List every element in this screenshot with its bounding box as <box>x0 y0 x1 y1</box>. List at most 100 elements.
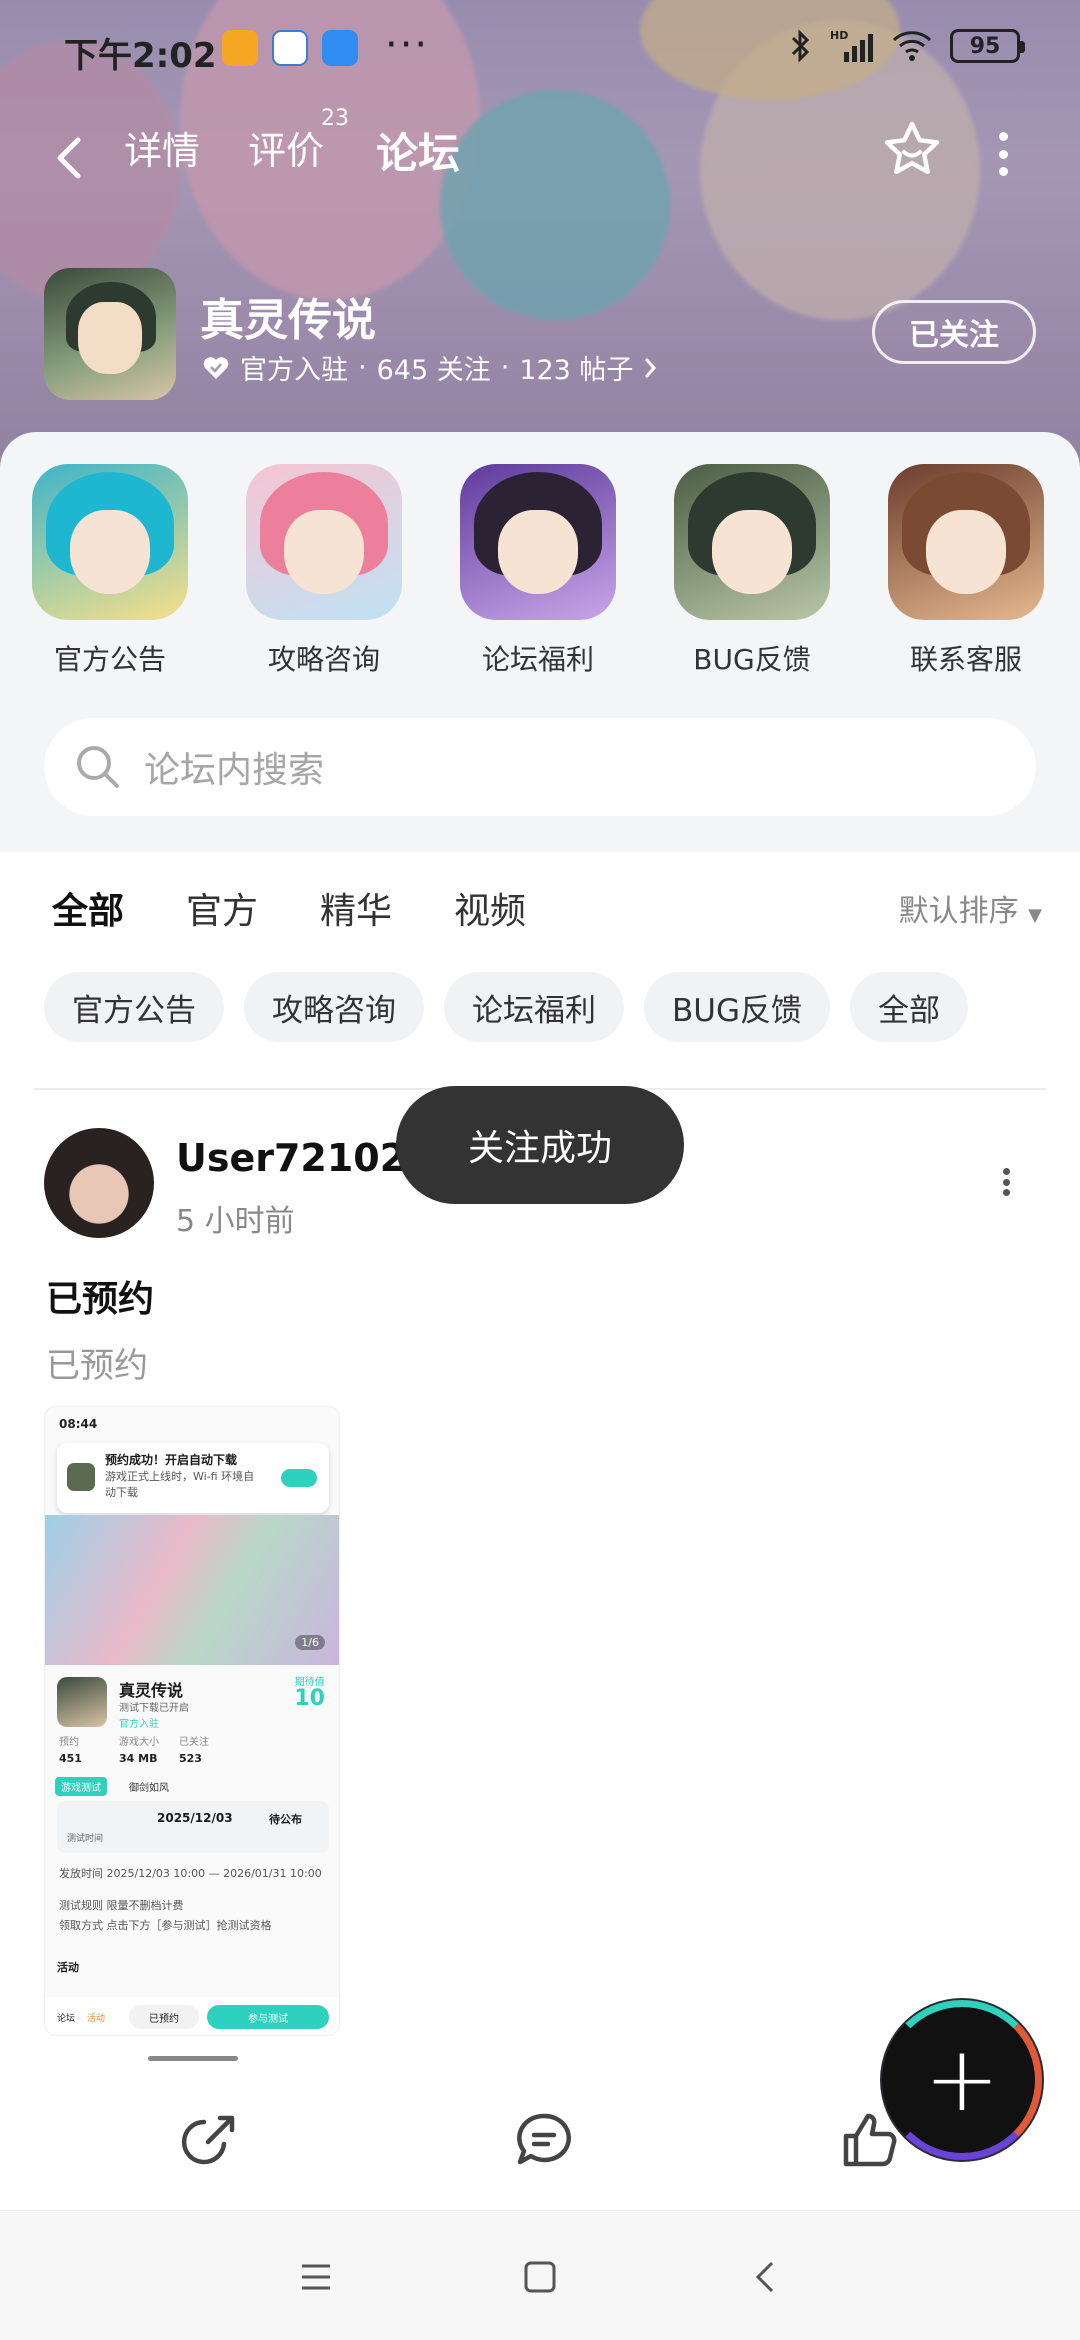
shortcut-label: 论坛福利 <box>481 643 594 676</box>
following-button[interactable]: 已关注 <box>872 300 1036 364</box>
comment-icon <box>517 2113 572 2165</box>
shortcut-announcements[interactable]: 官方公告 <box>32 464 188 678</box>
thumb-nav-forum: 论坛 <box>57 2014 76 2024</box>
thumb-game-name: 真灵传说 <box>119 1681 184 1700</box>
thumb-reserved-button: 已预约 <box>129 2005 199 2029</box>
forum-quick-panel: 官方公告 攻略咨询 论坛福利 BUG反馈 联系客服 论坛内搜索 <box>0 432 1080 852</box>
thumb-home-indicator <box>148 2056 238 2061</box>
thumb-test-box: 2025/12/03 待公布 测试时间 <box>57 1801 329 1853</box>
forum-follow-count: 645 关注 <box>376 355 491 386</box>
thumb-game-logo <box>57 1677 107 1727</box>
forum-search-bar[interactable]: 论坛内搜索 <box>44 718 1036 816</box>
tab-forum[interactable]: 论坛 <box>376 120 461 183</box>
more-notifications-icon: ··· <box>385 22 430 68</box>
star-face-icon <box>884 121 940 175</box>
shortcut-guides[interactable]: 攻略咨询 <box>246 464 402 678</box>
thumb-page-indicator: 1/6 <box>295 1635 325 1650</box>
post-username[interactable]: User721026 <box>176 1136 433 1180</box>
favorite-button[interactable] <box>880 118 944 182</box>
notification-app-icon <box>222 30 258 66</box>
network-type-label: HD <box>830 29 848 42</box>
thumb-test-time-label: 测试时间 <box>67 1834 104 1844</box>
tab-featured[interactable]: 精华 <box>320 882 392 934</box>
system-navigation-bar <box>0 2210 1080 2340</box>
tab-all[interactable]: 全部 <box>52 882 124 938</box>
thumb-bottom-bar: 论坛 活动 已预约 参与测试 <box>45 1997 339 2035</box>
thumb-activity: 活动 <box>57 1961 79 1974</box>
shortcut-label: BUG反馈 <box>693 643 811 676</box>
chip-announcements[interactable]: 官方公告 <box>44 972 224 1042</box>
meta-separator: · <box>500 352 510 383</box>
shortcut-welfare[interactable]: 论坛福利 <box>460 464 616 678</box>
tab-reviews[interactable]: 评价 <box>248 120 324 175</box>
shortcut-bug-report[interactable]: BUG反馈 <box>674 464 830 678</box>
caret-down-icon: ▼ <box>1028 905 1042 926</box>
chip-all[interactable]: 全部 <box>849 972 968 1042</box>
chip-welfare[interactable]: 论坛福利 <box>444 972 624 1042</box>
thumb-status-time: 08:44 <box>59 1417 98 1431</box>
post-actions <box>0 2090 1080 2210</box>
thumb-stat: 已关注 523 <box>179 1737 209 1765</box>
tab-video[interactable]: 视频 <box>454 882 526 934</box>
tab-forum-label: 论坛 <box>376 129 461 178</box>
back-nav-icon[interactable] <box>742 2253 790 2301</box>
chevron-right-icon <box>645 357 657 378</box>
menu-icon[interactable] <box>292 2253 340 2301</box>
guide-icon <box>246 464 402 620</box>
verified-heart-icon <box>203 356 229 379</box>
sort-dropdown[interactable]: 默认排序 ▼ <box>899 886 1042 930</box>
battery-indicator: 95 <box>950 29 1025 63</box>
tab-details[interactable]: 详情 <box>124 120 200 175</box>
thumb-notice-title: 预约成功！开启自动下载 <box>105 1453 238 1467</box>
forum-meta: 官方入驻 · 645 关注 · 123 帖子 <box>202 348 657 387</box>
search-placeholder: 论坛内搜索 <box>144 750 325 791</box>
thumb-game-verified: 官方入驻 <box>119 1719 159 1730</box>
system-indicators: HD 95 <box>790 28 1025 64</box>
chip-bug-report[interactable]: BUG反馈 <box>644 972 830 1042</box>
search-icon <box>77 746 119 788</box>
wifi-icon <box>892 31 932 61</box>
status-bar: 下午2:02 ··· HD 95 <box>0 0 1080 100</box>
post-body[interactable]: 已预约 <box>46 1338 148 1387</box>
post-title[interactable]: 已预约 <box>46 1270 154 1322</box>
bug-report-icon <box>674 464 830 620</box>
thumb-notice-card: 预约成功！开启自动下载 游戏正式上线时，Wi-fi 环境自动下载 <box>57 1443 329 1513</box>
more-options-button[interactable] <box>988 124 1018 184</box>
shortcut-label: 攻略咨询 <box>267 643 380 676</box>
post-timestamp: 5 小时前 <box>176 1204 295 1239</box>
comment-button[interactable] <box>512 2108 576 2172</box>
avatar[interactable] <box>44 1128 154 1238</box>
chip-guides[interactable]: 攻略咨询 <box>244 972 424 1042</box>
thumb-test-end: 待公布 <box>269 1813 302 1826</box>
thumb-row: 发放时间 2025/12/03 10:00 — 2026/01/31 10:00 <box>59 1867 322 1880</box>
shortcut-customer-service[interactable]: 联系客服 <box>888 464 1044 678</box>
share-button[interactable] <box>176 2108 240 2172</box>
post-more-button[interactable] <box>1000 1168 1012 1196</box>
back-button[interactable] <box>52 128 96 192</box>
post-image-attachment[interactable]: 08:44 预约成功！开启自动下载 游戏正式上线时，Wi-fi 环境自动下载 1… <box>44 1406 340 2036</box>
bluetooth-icon <box>791 29 810 63</box>
thumb-toggle <box>281 1469 317 1487</box>
forum-verified-label: 官方入驻 <box>240 355 348 386</box>
shortcut-label: 联系客服 <box>909 643 1022 676</box>
chat-app-icon <box>322 30 358 66</box>
top-navigation: 详情 评价 23 论坛 <box>0 106 1080 210</box>
thumb-stat: 预约 451 <box>59 1737 82 1765</box>
thumb-nav-activity: 活动 <box>87 2014 106 2024</box>
welfare-icon <box>460 464 616 620</box>
thumb-stat: 游戏大小 34 MB <box>119 1737 159 1765</box>
toast-message: 关注成功 <box>396 1086 684 1204</box>
forum-name: 真灵传说 <box>200 295 376 346</box>
thumbs-up-icon <box>843 2113 897 2167</box>
thumb-test-name: 御剑如风 <box>129 1783 169 1794</box>
thumb-notice-body: 游戏正式上线时，Wi-fi 环境自动下载 <box>105 1470 255 1499</box>
ifly-app-icon <box>272 30 308 66</box>
forum-logo <box>44 268 176 400</box>
tab-official[interactable]: 官方 <box>186 882 258 934</box>
like-button[interactable] <box>838 2108 902 2172</box>
customer-service-icon <box>888 464 1044 620</box>
thumb-row: 测试规则 限量不删档计费 <box>59 1899 184 1912</box>
forum-post-count[interactable]: 123 帖子 <box>519 348 633 387</box>
home-icon[interactable] <box>516 2253 564 2301</box>
thumb-expect: 期待值 10 <box>294 1673 325 1710</box>
